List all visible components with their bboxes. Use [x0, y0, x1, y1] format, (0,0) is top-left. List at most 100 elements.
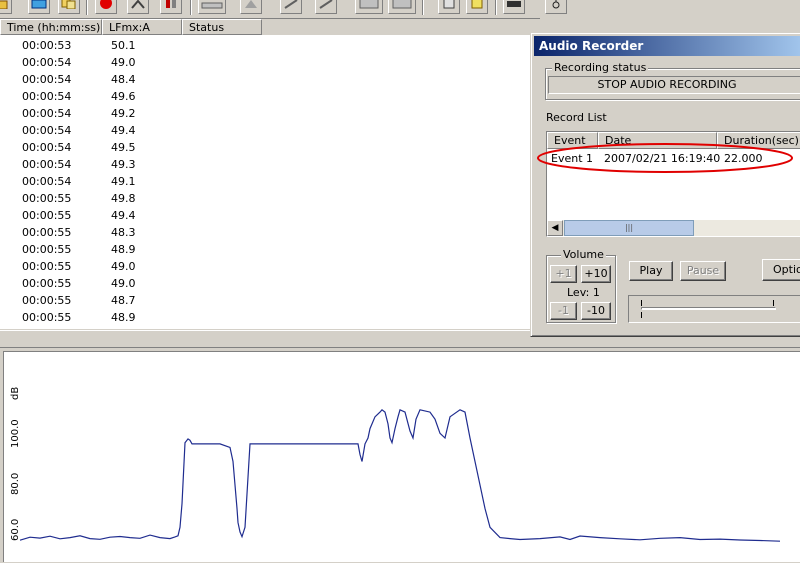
time-cell: 00:00:55 — [22, 226, 72, 239]
play-button[interactable]: Play — [629, 261, 673, 281]
table-row[interactable]: 00:00:54 49.1 — [0, 175, 540, 192]
time-cell: 00:00:55 — [22, 192, 72, 205]
playback-position-slider[interactable] — [628, 295, 800, 323]
time-cell: 00:00:54 — [22, 73, 72, 86]
window-title: Audio Recorder — [539, 39, 644, 53]
hand-icon[interactable] — [545, 0, 567, 14]
lfmx-value-cell: 49.4 — [111, 124, 136, 137]
time-cell: 00:00:55 — [22, 209, 72, 222]
pen2-icon[interactable] — [315, 0, 337, 14]
table-row[interactable]: 00:00:55 49.8 — [0, 192, 540, 209]
document-icon[interactable] — [355, 0, 383, 14]
toolbar-separator — [86, 0, 88, 15]
lfmx-value-cell: 49.4 — [111, 209, 136, 222]
y-tick-label-100: 100.0 — [10, 419, 21, 448]
marker-icon[interactable] — [160, 0, 182, 14]
scroll-left-arrow-icon[interactable]: ◀ — [547, 220, 563, 236]
horizontal-scrollbar[interactable]: ◀ ||| — [547, 220, 800, 236]
pause-button[interactable]: Pause — [680, 261, 726, 281]
scrollbar-thumb[interactable]: ||| — [564, 220, 694, 236]
volume-level-text: Lev: 1 — [567, 286, 600, 299]
list-rows: 00:00:53 50.1 00:00:54 49.0 00:00:54 48.4 00:0… — [0, 39, 540, 328]
column-header-status[interactable]: Status — [182, 19, 262, 35]
recording-status-label: Recording status — [552, 61, 649, 74]
toolbar-separator — [422, 0, 424, 15]
lfmx-value-cell: 48.9 — [111, 243, 136, 256]
volume-label: Volume — [561, 248, 606, 261]
measurement-list[interactable]: Time (hh:mm:ss) LFmx:A Status 00:00:53 50… — [0, 18, 540, 329]
time-cell: 00:00:55 — [22, 294, 72, 307]
note-icon[interactable] — [466, 0, 488, 14]
lfmx-value-cell: 49.3 — [111, 158, 136, 171]
table-row[interactable]: 00:00:54 48.4 — [0, 73, 540, 90]
time-cell: 00:00:54 — [22, 56, 72, 69]
lfmx-value-cell: 49.1 — [111, 175, 136, 188]
time-cell: 00:00:53 — [22, 39, 72, 52]
lfmx-value-cell: 49.8 — [111, 192, 136, 205]
list-header: Time (hh:mm:ss) LFmx:A Status — [0, 19, 540, 35]
lfmx-value-cell: 48.7 — [111, 294, 136, 307]
column-header-lfmx[interactable]: LFmx:A — [102, 19, 182, 35]
table-row[interactable]: 00:00:54 49.2 — [0, 107, 540, 124]
table-row[interactable]: 00:00:54 49.0 — [0, 56, 540, 73]
table-row[interactable]: 00:00:53 50.1 — [0, 39, 540, 56]
table-row[interactable]: 00:00:55 49.4 — [0, 209, 540, 226]
slider-tick-start — [641, 300, 642, 306]
slider-thumb[interactable] — [641, 312, 642, 318]
copy-icon[interactable] — [58, 0, 80, 14]
table-row[interactable]: 00:00:55 48.7 — [0, 294, 540, 311]
printer-icon[interactable] — [503, 0, 525, 14]
document2-icon[interactable] — [388, 0, 416, 14]
table-row[interactable]: 00:00:55 48.3 — [0, 226, 540, 243]
record-list-label: Record List — [546, 111, 607, 124]
toolbar-separator — [190, 0, 192, 15]
table-row[interactable]: 00:00:54 49.6 — [0, 90, 540, 107]
pen-icon[interactable] — [280, 0, 302, 14]
volume-group: Volume +1 +10 Lev: 1 -1 -10 — [546, 248, 616, 323]
column-header-time[interactable]: Time (hh:mm:ss) — [0, 19, 102, 35]
folder-open-icon[interactable] — [0, 0, 12, 14]
time-cell: 00:00:55 — [22, 260, 72, 273]
lfmx-value-cell: 49.0 — [111, 260, 136, 273]
bell-icon[interactable] — [240, 0, 262, 14]
toolbar-separator — [495, 0, 497, 15]
lfmx-value-cell: 48.3 — [111, 226, 136, 239]
lfmx-value-cell: 49.5 — [111, 141, 136, 154]
lfmx-value-cell: 49.0 — [111, 56, 136, 69]
table-row[interactable]: 00:00:55 49.0 — [0, 260, 540, 277]
options-button[interactable]: Option — [762, 259, 800, 281]
calc-icon[interactable] — [438, 0, 460, 14]
time-cell: 00:00:55 — [22, 243, 72, 256]
table-row[interactable]: 00:00:54 49.4 — [0, 124, 540, 141]
level-series-line — [19, 408, 781, 542]
scale-icon[interactable] — [198, 0, 226, 14]
highlight-ellipse — [537, 143, 793, 173]
lfmx-value-cell: 50.1 — [111, 39, 136, 52]
table-row[interactable]: 00:00:55 48.9 — [0, 243, 540, 260]
record-icon[interactable] — [95, 0, 117, 14]
lfmx-value-cell: 48.4 — [111, 73, 136, 86]
title-bar[interactable]: Audio Recorder — [534, 36, 800, 56]
y-tick-label-60: 60.0 — [10, 519, 21, 541]
table-row[interactable]: 00:00:55 48.9 — [0, 311, 540, 328]
volume-minus1-button[interactable]: -1 — [550, 302, 577, 320]
chart-svg: dB 100.0 80.0 60.0 — [10, 387, 781, 542]
table-row[interactable]: 00:00:55 49.0 — [0, 277, 540, 294]
volume-minus10-button[interactable]: -10 — [581, 302, 611, 320]
volume-plus10-button[interactable]: +10 — [581, 265, 611, 283]
y-tick-label-80: 80.0 — [10, 473, 21, 495]
y-axis-unit-label: dB — [10, 387, 21, 400]
table-row[interactable]: 00:00:54 49.5 — [0, 141, 540, 158]
cut-icon[interactable] — [127, 0, 149, 14]
time-cell: 00:00:54 — [22, 124, 72, 137]
time-cell: 00:00:55 — [22, 277, 72, 290]
volume-plus1-button[interactable]: +1 — [550, 265, 577, 283]
slider-tick-end — [773, 300, 774, 306]
slider-track — [641, 307, 776, 310]
time-cell: 00:00:55 — [22, 311, 72, 324]
table-row[interactable]: 00:00:54 49.3 — [0, 158, 540, 175]
toolbar — [0, 0, 800, 17]
level-chart[interactable]: dB 100.0 80.0 60.0 — [3, 351, 800, 562]
calendar-icon[interactable] — [28, 0, 50, 14]
recording-status-field: STOP AUDIO RECORDING — [548, 76, 800, 94]
